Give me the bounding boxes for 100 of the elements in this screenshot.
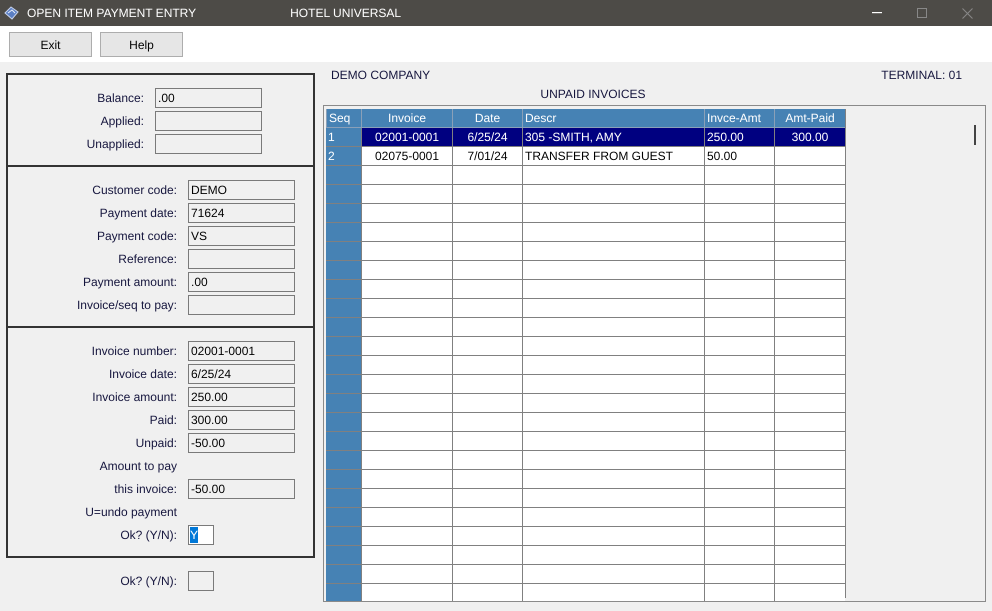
table-cell[interactable] bbox=[774, 432, 845, 451]
table-cell[interactable] bbox=[774, 413, 845, 432]
table-cell[interactable] bbox=[704, 565, 774, 584]
table-cell[interactable] bbox=[704, 280, 774, 299]
table-cell[interactable] bbox=[774, 451, 845, 470]
table-cell[interactable] bbox=[774, 470, 845, 489]
table-cell[interactable] bbox=[452, 356, 522, 375]
table-cell[interactable] bbox=[326, 337, 361, 356]
table-cell[interactable] bbox=[326, 451, 361, 470]
table-cell[interactable] bbox=[361, 185, 452, 204]
table-cell[interactable] bbox=[522, 223, 704, 242]
input-field[interactable]: 300.00 bbox=[188, 410, 295, 430]
input-field[interactable] bbox=[188, 294, 295, 314]
table-cell[interactable] bbox=[361, 432, 452, 451]
table-cell[interactable] bbox=[522, 413, 704, 432]
table-cell[interactable] bbox=[522, 375, 704, 394]
table-cell[interactable] bbox=[704, 318, 774, 337]
table-cell[interactable] bbox=[774, 185, 845, 204]
table-cell[interactable] bbox=[774, 375, 845, 394]
table-cell[interactable] bbox=[704, 546, 774, 565]
table-cell[interactable] bbox=[704, 413, 774, 432]
table-cell[interactable] bbox=[522, 318, 704, 337]
input-field[interactable]: -50.00 bbox=[188, 432, 295, 452]
table-cell[interactable] bbox=[326, 413, 361, 432]
table-cell[interactable] bbox=[774, 299, 845, 318]
table-cell[interactable]: 2 bbox=[326, 147, 361, 166]
input-field[interactable]: DEMO bbox=[188, 180, 295, 200]
table-cell[interactable] bbox=[326, 185, 361, 204]
table-cell[interactable] bbox=[774, 489, 845, 508]
table-cell[interactable] bbox=[522, 451, 704, 470]
table-cell[interactable] bbox=[704, 166, 774, 185]
table-cell[interactable]: 50.00 bbox=[704, 147, 774, 166]
table-cell[interactable] bbox=[361, 546, 452, 565]
table-cell[interactable] bbox=[452, 394, 522, 413]
table-cell[interactable]: 02001-0001 bbox=[361, 128, 452, 147]
input-field[interactable]: 6/25/24 bbox=[188, 364, 295, 384]
table-cell[interactable] bbox=[361, 318, 452, 337]
table-cell[interactable] bbox=[704, 375, 774, 394]
table-cell[interactable] bbox=[522, 565, 704, 584]
table-cell[interactable] bbox=[704, 394, 774, 413]
table-cell[interactable] bbox=[522, 584, 704, 601]
table-cell[interactable] bbox=[452, 527, 522, 546]
input-field[interactable] bbox=[188, 248, 295, 268]
table-cell[interactable] bbox=[522, 394, 704, 413]
column-header[interactable]: Invce-Amt bbox=[704, 109, 774, 128]
answer-box[interactable] bbox=[188, 570, 214, 590]
table-cell[interactable] bbox=[452, 451, 522, 470]
table-cell[interactable] bbox=[361, 470, 452, 489]
input-field[interactable]: .00 bbox=[188, 272, 295, 292]
table-cell[interactable] bbox=[704, 451, 774, 470]
scrollbar-thumb[interactable] bbox=[974, 125, 976, 145]
table-cell[interactable] bbox=[774, 356, 845, 375]
table-cell[interactable] bbox=[452, 299, 522, 318]
table-cell[interactable] bbox=[452, 204, 522, 223]
table-cell[interactable]: 300.00 bbox=[774, 128, 845, 147]
table-cell[interactable] bbox=[774, 565, 845, 584]
table-cell[interactable] bbox=[361, 261, 452, 280]
table-cell[interactable] bbox=[522, 356, 704, 375]
table-cell[interactable] bbox=[704, 261, 774, 280]
table-cell[interactable] bbox=[361, 451, 452, 470]
table-cell[interactable] bbox=[774, 147, 845, 166]
table-cell[interactable] bbox=[704, 470, 774, 489]
table-cell[interactable] bbox=[326, 223, 361, 242]
table-cell[interactable] bbox=[704, 356, 774, 375]
table-cell[interactable] bbox=[361, 565, 452, 584]
table-cell[interactable]: 1 bbox=[326, 128, 361, 147]
table-cell[interactable] bbox=[522, 432, 704, 451]
table-cell[interactable] bbox=[452, 280, 522, 299]
table-cell[interactable] bbox=[522, 489, 704, 508]
table-cell[interactable] bbox=[326, 280, 361, 299]
input-field[interactable]: 02001-0001 bbox=[188, 340, 295, 360]
table-cell[interactable] bbox=[361, 242, 452, 261]
table-cell[interactable]: 7/01/24 bbox=[452, 147, 522, 166]
table-cell[interactable] bbox=[704, 204, 774, 223]
table-cell[interactable] bbox=[774, 508, 845, 527]
maximize-icon[interactable] bbox=[917, 8, 927, 18]
table-cell[interactable] bbox=[326, 261, 361, 280]
table-cell[interactable] bbox=[452, 584, 522, 601]
table-cell[interactable] bbox=[774, 204, 845, 223]
table-cell[interactable] bbox=[326, 470, 361, 489]
answer-box[interactable]: Y bbox=[188, 524, 214, 544]
table-cell[interactable] bbox=[326, 299, 361, 318]
table-cell[interactable] bbox=[326, 394, 361, 413]
table-cell[interactable] bbox=[361, 166, 452, 185]
input-field[interactable]: 250.00 bbox=[188, 386, 295, 406]
input-field[interactable]: -50.00 bbox=[188, 478, 295, 498]
table-cell[interactable] bbox=[326, 508, 361, 527]
input-field[interactable] bbox=[155, 110, 262, 130]
table-cell[interactable] bbox=[704, 584, 774, 601]
table-cell[interactable] bbox=[361, 356, 452, 375]
table-cell[interactable] bbox=[522, 470, 704, 489]
column-header[interactable]: Amt-Paid bbox=[774, 109, 845, 128]
table-cell[interactable] bbox=[452, 565, 522, 584]
close-icon[interactable] bbox=[962, 8, 973, 18]
table-cell[interactable] bbox=[704, 242, 774, 261]
table-cell[interactable] bbox=[361, 508, 452, 527]
table-cell[interactable] bbox=[522, 185, 704, 204]
table-cell[interactable] bbox=[522, 508, 704, 527]
table-cell[interactable] bbox=[361, 489, 452, 508]
table-cell[interactable] bbox=[452, 185, 522, 204]
